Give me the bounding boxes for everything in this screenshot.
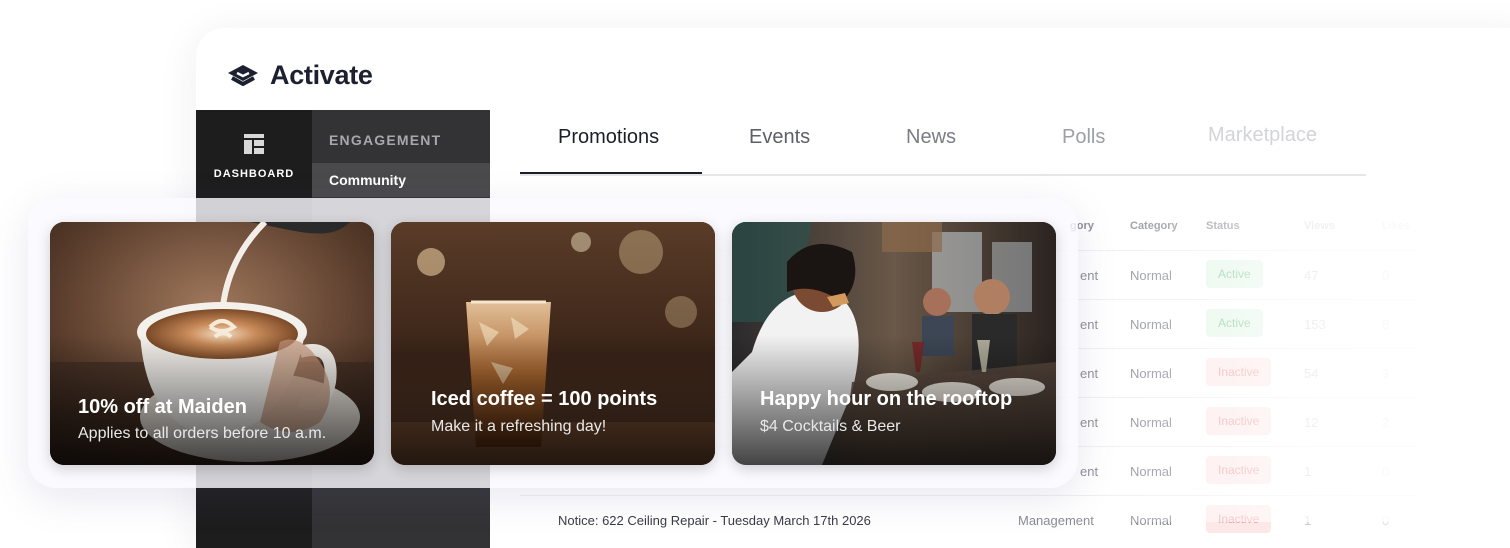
card-title: 10% off at Maiden: [78, 396, 247, 418]
cell-views: 54: [1304, 366, 1319, 381]
subnav-item-community[interactable]: Community: [312, 163, 490, 197]
status-badge: Inactive: [1206, 505, 1272, 533]
active-tab-indicator: [520, 172, 702, 174]
status-badge: Inactive: [1206, 358, 1272, 386]
rail-label-dashboard: DASHBOARD: [213, 168, 295, 180]
tab-promotions[interactable]: Promotions: [558, 126, 659, 149]
status-badge: Inactive: [1206, 407, 1272, 435]
status-badge: Active: [1206, 260, 1263, 288]
cell-category: Normal: [1130, 464, 1172, 479]
card-subtitle: Applies to all orders before 10 a.m.: [78, 425, 327, 442]
tab-polls[interactable]: Polls: [1062, 126, 1105, 149]
cell-category: Normal: [1130, 415, 1172, 430]
promo-card-maiden[interactable]: 10% off at Maiden Applies to all orders …: [50, 222, 374, 465]
cell-likes: 0: [1382, 513, 1390, 528]
tab-events[interactable]: Events: [749, 126, 810, 149]
header-likes: Likes: [1382, 220, 1411, 232]
cell-likes: 2: [1382, 415, 1390, 430]
header-views: Views: [1304, 220, 1335, 232]
status-badge: Inactive: [1206, 456, 1272, 484]
table-row[interactable]: Notice: 622 Ceiling Repair - Tuesday Mar…: [520, 495, 1420, 544]
header-category: Category: [1130, 220, 1178, 232]
cell-subcategory: ent: [1080, 366, 1099, 381]
cell-views: 1: [1304, 464, 1312, 479]
cell-likes: 8: [1382, 317, 1390, 332]
brand-name: Activate: [270, 60, 373, 90]
card-subtitle: $4 Cocktails & Beer: [760, 418, 901, 435]
cell-subcategory: Management: [1018, 513, 1094, 528]
promo-card-happy-hour[interactable]: Happy hour on the rooftop $4 Cocktails &…: [732, 222, 1056, 465]
rail-item-dashboard[interactable]: DASHBOARD: [196, 134, 312, 182]
cell-views: 153: [1304, 317, 1326, 332]
cell-views: 12: [1304, 415, 1319, 430]
cell-likes: 3: [1382, 366, 1390, 381]
cell-title: Notice: 622 Ceiling Repair - Tuesday Mar…: [558, 513, 871, 528]
cell-category: Normal: [1130, 268, 1172, 283]
cell-likes: 0: [1382, 268, 1390, 283]
promo-card-iced-coffee[interactable]: Iced coffee = 100 points Make it a refre…: [391, 222, 715, 465]
card-subtitle: Make it a refreshing day!: [431, 418, 607, 435]
cell-views: 1: [1304, 513, 1312, 528]
cell-views: 47: [1304, 268, 1319, 283]
content-tabs: Promotions Events News Polls Marketplace: [520, 110, 1366, 176]
cell-subcategory: ent: [1080, 268, 1099, 283]
dashboard-icon: [244, 134, 264, 154]
status-badge: Active: [1206, 309, 1263, 337]
tab-marketplace[interactable]: Marketplace: [1208, 124, 1317, 147]
header-status: Status: [1206, 220, 1240, 232]
subnav-item-label: Community: [329, 172, 406, 188]
cell-subcategory: ent: [1080, 415, 1099, 430]
card-title: Happy hour on the rooftop: [760, 388, 1013, 410]
cell-subcategory: ent: [1080, 464, 1099, 479]
cell-subcategory: ent: [1080, 317, 1099, 332]
cell-category: Normal: [1130, 317, 1172, 332]
cell-category: Normal: [1130, 513, 1172, 528]
cell-likes: 0: [1382, 464, 1390, 479]
subnav-heading: ENGAGEMENT: [329, 132, 442, 148]
cell-category: Normal: [1130, 366, 1172, 381]
brand[interactable]: Activate: [226, 60, 373, 91]
tab-news[interactable]: News: [906, 126, 956, 149]
activate-logo-icon: [228, 64, 258, 86]
card-title: Iced coffee = 100 points: [431, 388, 658, 410]
